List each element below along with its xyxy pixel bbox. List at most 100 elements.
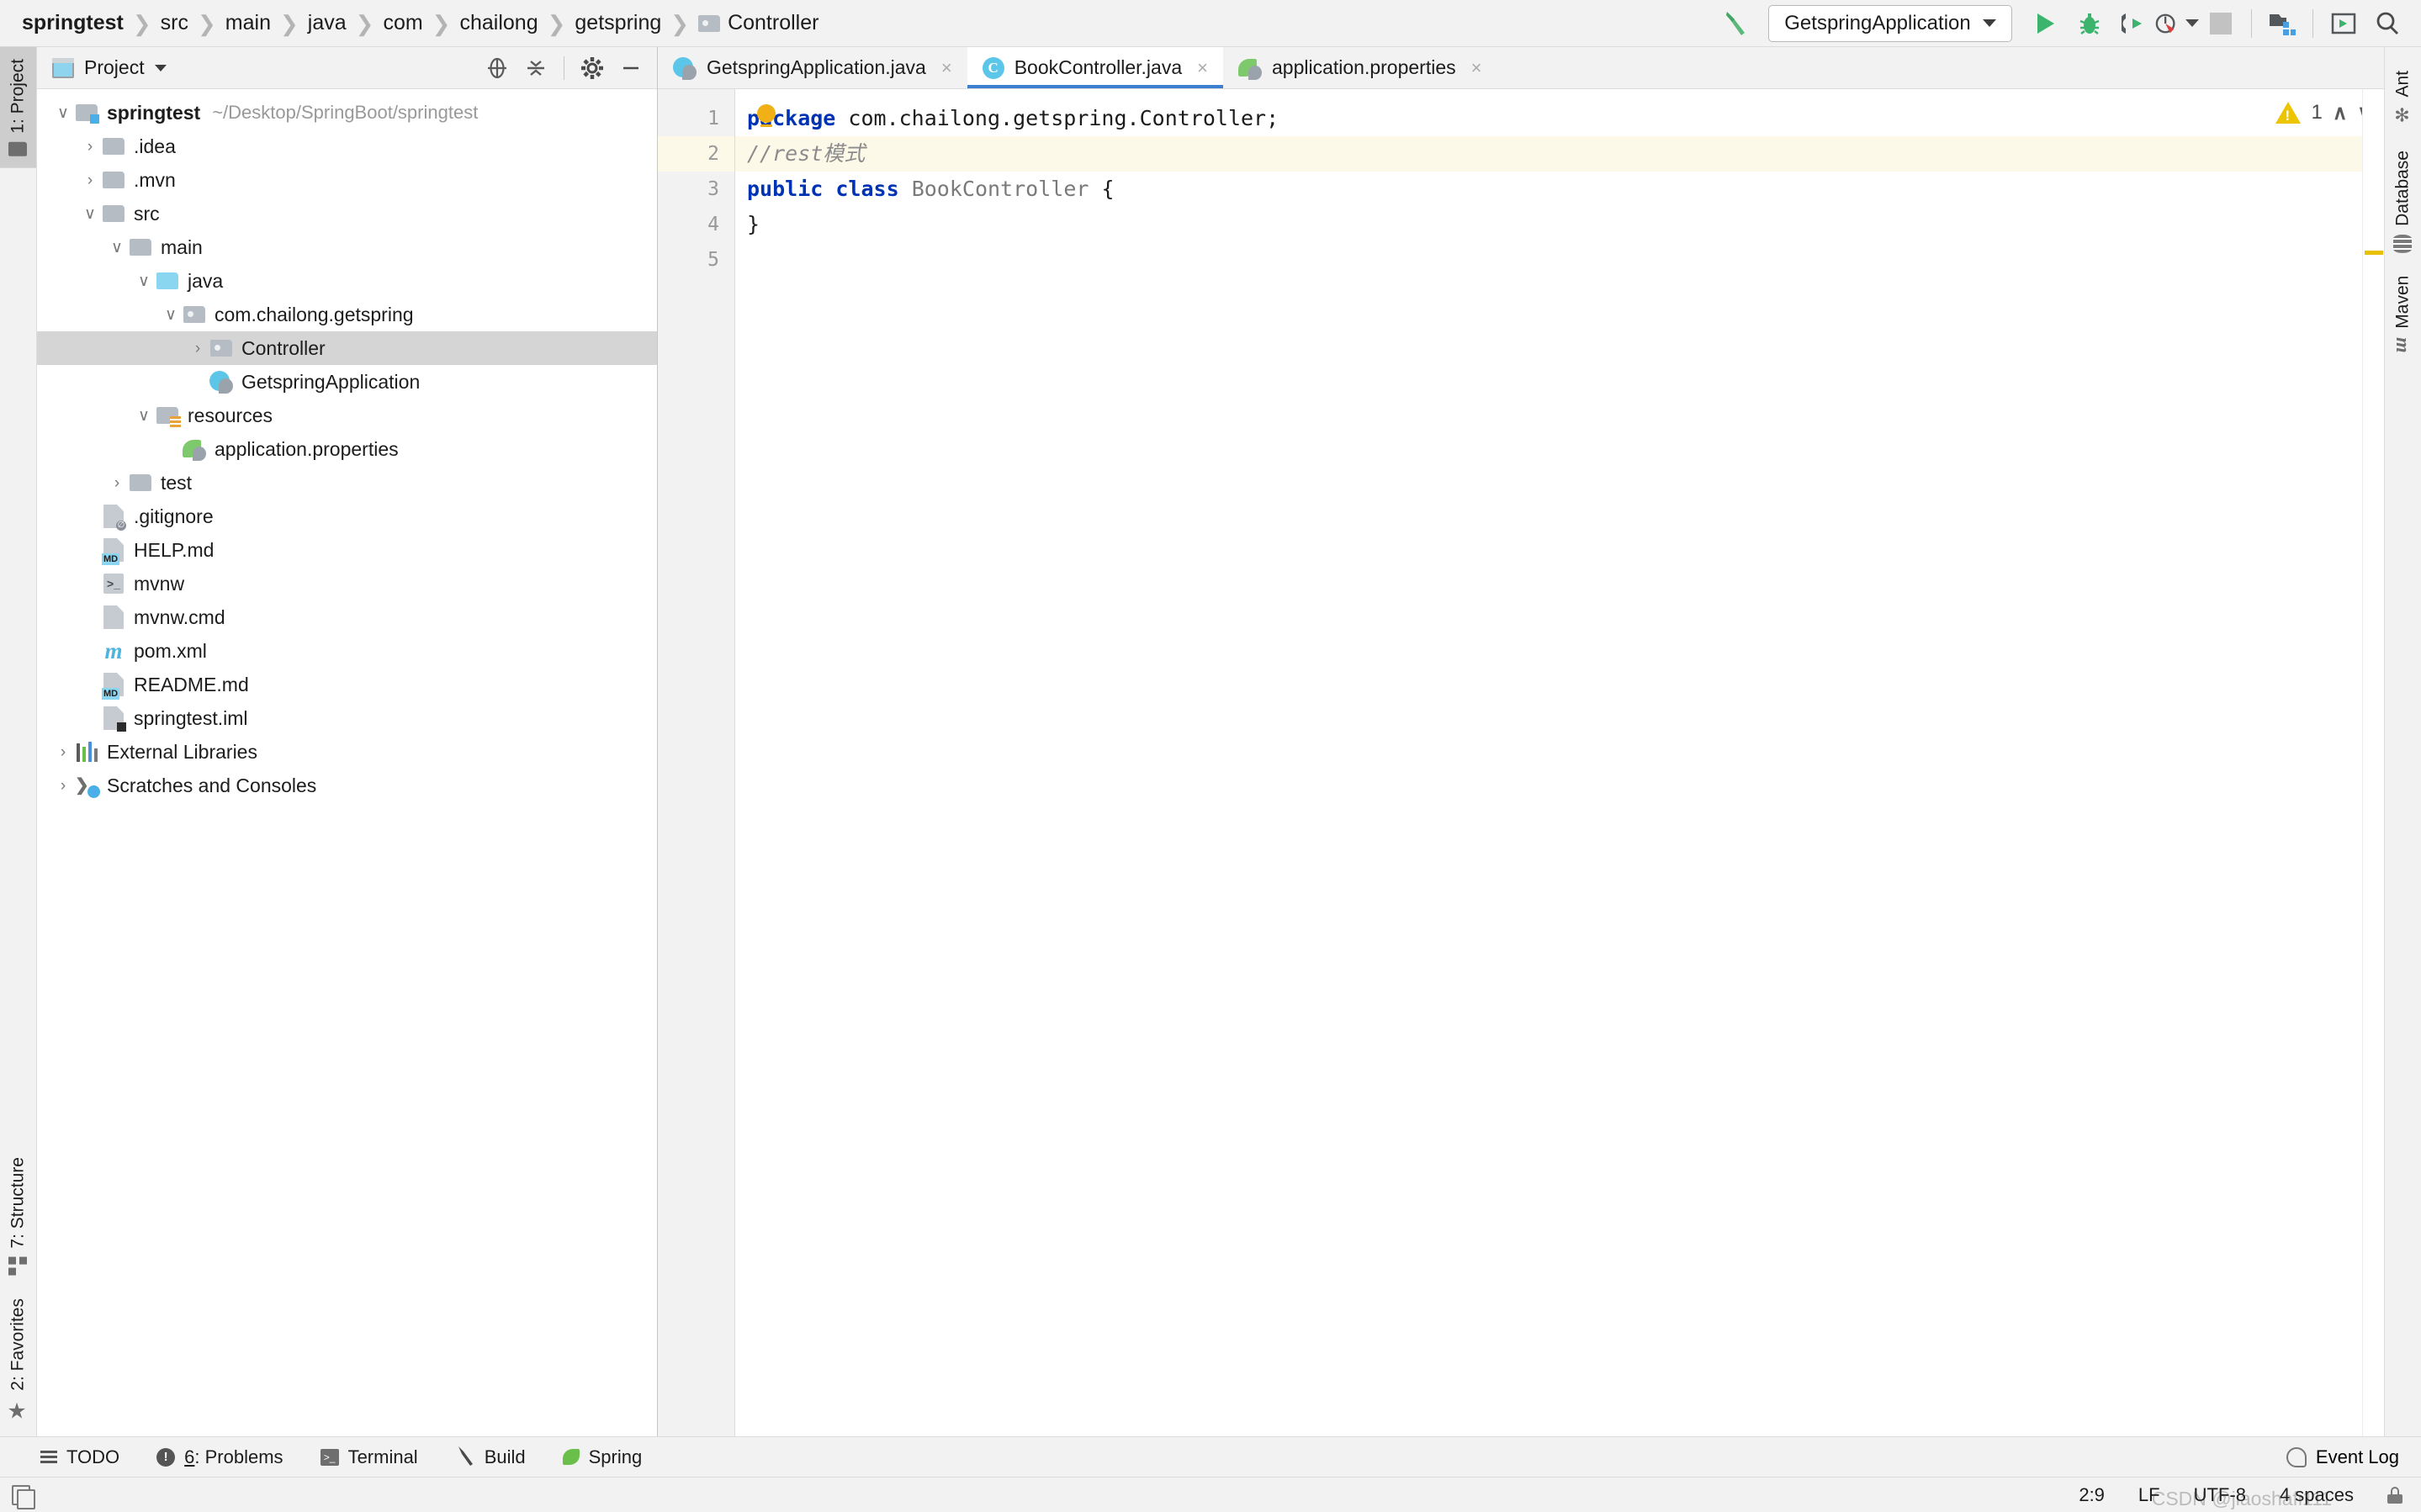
gutter-line-number[interactable]: 1 [658,101,734,136]
close-icon[interactable]: × [941,57,952,79]
run-button[interactable] [2024,3,2068,44]
chevron-right-icon[interactable]: › [52,744,74,760]
file-encoding[interactable]: UTF-8 [2194,1484,2246,1506]
chevron-down-icon[interactable]: ∨ [133,408,155,424]
breadcrumb-item-3[interactable]: java [305,13,350,34]
tree-node-readme-md[interactable]: MD README.md [37,668,657,701]
sidebar-item-favorites[interactable]: ★ 2: Favorites [0,1287,36,1436]
tree-node-scratches-and-consoles[interactable]: › ❯ Scratches and Consoles [37,769,657,802]
gutter-line-number[interactable]: 4 [658,207,734,242]
build-project-button[interactable] [1714,3,1758,44]
editor-tab-application-properties[interactable]: application.properties × [1223,47,1497,88]
run-with-coverage-button[interactable] [2111,3,2155,44]
profiler-button[interactable] [2155,3,2199,44]
chevron-down-icon[interactable]: ∨ [160,307,182,323]
project-tree[interactable]: ∨ springtest ~/Desktop/SpringBoot/springte… [37,89,657,1436]
stop-button[interactable] [2199,3,2243,44]
chevron-right-icon[interactable]: › [52,778,74,794]
pages-icon[interactable] [12,1484,35,1509]
gutter-line-number[interactable]: 3 [658,172,734,207]
tree-node-gitignore[interactable]: ∅ .gitignore [37,500,657,533]
tool-window-build[interactable]: Build [455,1445,526,1470]
tree-node-main[interactable]: ∨ main [37,230,657,264]
tree-node-application-properties[interactable]: application.properties [37,432,657,466]
error-stripe-marker-bar[interactable] [2362,89,2384,1436]
tool-window-spring[interactable]: Spring [562,1446,642,1468]
prev-problem-button[interactable]: ∧ [2333,101,2348,125]
tree-node-getspringapplication[interactable]: GetspringApplication [37,365,657,399]
chevron-down-icon[interactable] [154,64,167,71]
breadcrumb-item-leaf[interactable]: Controller [695,13,822,34]
run-configuration-selector[interactable]: GetspringApplication [1768,4,2012,42]
project-structure-button[interactable] [2260,3,2304,44]
chevron-right-icon[interactable]: › [187,341,209,357]
breadcrumb-item-6[interactable]: getspring [571,13,665,34]
chevron-down-icon[interactable]: ∨ [52,105,74,121]
collapse-all-button[interactable] [518,51,554,85]
breadcrumb-item-2[interactable]: main [222,13,274,34]
breadcrumb-item-4[interactable]: com [379,13,426,34]
line-separator[interactable]: LF [2138,1484,2160,1506]
tree-node-java[interactable]: ∨ java [37,264,657,298]
tree-node-springtest[interactable]: ∨ springtest ~/Desktop/SpringBoot/springte… [37,96,657,130]
tree-node-mvnw[interactable]: >_ mvnw [37,567,657,600]
chevron-down-icon[interactable] [2185,19,2199,27]
gutter-line-number[interactable]: 2 [658,136,734,172]
chevron-down-icon[interactable]: ∨ [133,273,155,289]
package-folder-icon [183,306,205,323]
tree-node-com-chailong-getspring[interactable]: ∨ com.chailong.getspring [37,298,657,331]
sidebar-item-structure[interactable]: 7: Structure [0,1145,36,1287]
code-line[interactable]: package com.chailong.getspring.Controlle… [735,101,2362,136]
tree-node-pom-xml[interactable]: m pom.xml [37,634,657,668]
tree-node-idea[interactable]: › .idea [37,130,657,163]
chevron-right-icon[interactable]: › [79,172,101,188]
editor-tabs[interactable]: GetspringApplication.java × C BookControlle… [658,47,2384,89]
indent-setting[interactable]: 4 spaces [2280,1484,2354,1506]
read-only-lock-icon[interactable] [2387,1486,2402,1504]
chevron-down-icon[interactable]: ∨ [79,206,101,222]
tree-node-mvnw-cmd[interactable]: mvnw.cmd [37,600,657,634]
tree-node-external-libraries[interactable]: › External Libraries [37,735,657,769]
code-content[interactable]: package com.chailong.getspring.Controlle… [735,89,2362,1436]
tree-node-src[interactable]: ∨ src [37,197,657,230]
sidebar-item-ant[interactable]: ✻ Ant [2385,59,2421,139]
tree-node-mvn[interactable]: › .mvn [37,163,657,197]
editor-tab-bookcontroller-java[interactable]: C BookController.java × [967,47,1224,88]
tool-window-todo[interactable]: TODO [40,1446,119,1468]
chevron-right-icon[interactable]: › [106,475,128,491]
sidebar-item-maven[interactable]: m Maven [2385,264,2421,365]
debug-button[interactable] [2068,3,2111,44]
tree-node-test[interactable]: › test [37,466,657,500]
breadcrumb-item-1[interactable]: src [157,13,192,34]
warning-stripe-marker[interactable] [2365,251,2383,255]
sidebar-item-database[interactable]: Database [2385,139,2421,265]
gutter-line-number[interactable]: 5 [658,242,734,278]
tree-node-resources[interactable]: ∨ resources [37,399,657,432]
run-anything-button[interactable] [2322,3,2365,44]
intention-bulb-icon[interactable] [757,104,776,127]
close-icon[interactable]: × [1197,57,1208,79]
tree-node-controller[interactable]: › Controller [37,331,657,365]
tool-window-problems[interactable]: ! 6: Problems [156,1446,283,1468]
code-line[interactable] [735,242,2362,278]
code-line[interactable]: //rest模式 [735,136,2362,172]
close-icon[interactable]: × [1471,57,1482,79]
breadcrumb-item-5[interactable]: chailong [456,13,541,34]
code-line[interactable]: } [735,207,2362,242]
search-everywhere-button[interactable] [2365,3,2409,44]
tree-node-help-md[interactable]: MD HELP.md [37,533,657,567]
settings-gear-button[interactable] [575,51,610,85]
code-line[interactable]: public class BookController { [735,172,2362,207]
sidebar-item-project[interactable]: 1: Project [0,47,36,168]
editor-gutter[interactable]: 12345 [658,89,735,1436]
editor-tab-getspringapplication-java[interactable]: GetspringApplication.java × [658,47,967,88]
caret-position[interactable]: 2:9 [2079,1484,2105,1506]
hide-panel-button[interactable] [613,51,649,85]
chevron-down-icon[interactable]: ∨ [106,240,128,256]
event-log-widget[interactable]: Event Log [2286,1446,2421,1468]
breadcrumb-item-0[interactable]: springtest [19,13,127,34]
tool-window-terminal[interactable]: >_ Terminal [320,1446,418,1468]
chevron-right-icon[interactable]: › [79,139,101,155]
tree-node-springtest-iml[interactable]: springtest.iml [37,701,657,735]
select-opened-file-button[interactable] [479,51,515,85]
